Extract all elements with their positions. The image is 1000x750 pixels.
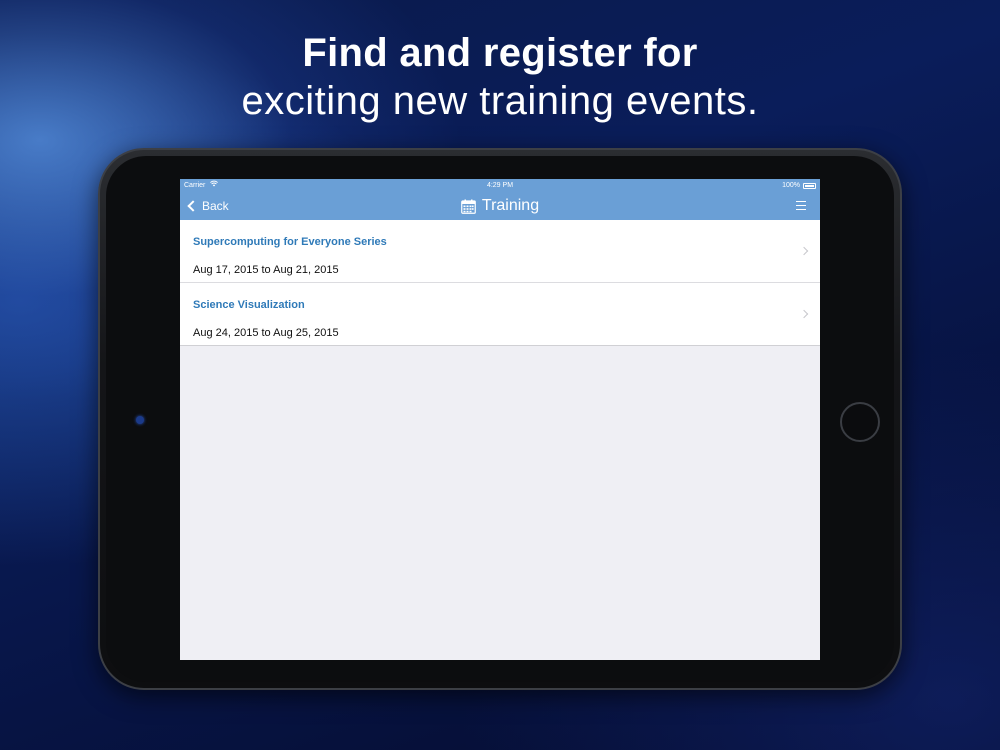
home-button — [840, 402, 880, 442]
headline-line-2: exciting new training events. — [241, 79, 759, 123]
headline-line-1: Find and register for — [302, 31, 698, 75]
list-item[interactable]: Supercomputing for Everyone Series Aug 1… — [180, 220, 820, 283]
promo-headline: Find and register for exciting new train… — [0, 30, 1000, 126]
page-title: Training — [180, 192, 820, 220]
battery-icon — [803, 183, 816, 189]
chevron-right-icon — [799, 309, 809, 319]
page-title-label: Training — [481, 197, 540, 214]
event-dates: Aug 17, 2015 to Aug 21, 2015 — [193, 264, 339, 276]
front-camera-icon — [136, 416, 144, 424]
status-time: 4:29 PM — [486, 182, 514, 189]
navigation-bar: Back Training — [180, 192, 820, 220]
list-item[interactable]: Science Visualization Aug 24, 2015 to Au… — [180, 283, 820, 346]
event-title: Science Visualization — [193, 299, 305, 311]
training-events-list: Supercomputing for Everyone Series Aug 1… — [180, 220, 820, 346]
battery-percent: 100% — [782, 182, 800, 189]
event-title: Supercomputing for Everyone Series — [193, 236, 387, 248]
calendar-icon — [461, 199, 476, 214]
chevron-right-icon — [799, 246, 809, 256]
app-screen: Carrier 4:29 PM 100% Back Training Super… — [180, 179, 820, 660]
status-bar: Carrier 4:29 PM 100% — [180, 179, 820, 192]
hamburger-menu-icon[interactable] — [796, 201, 806, 210]
event-dates: Aug 24, 2015 to Aug 25, 2015 — [193, 327, 339, 339]
